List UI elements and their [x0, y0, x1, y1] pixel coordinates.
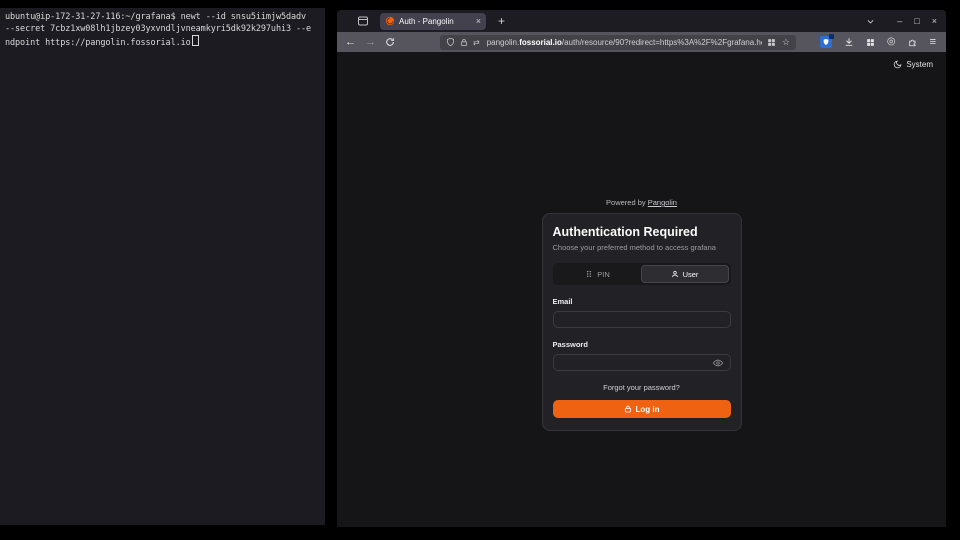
auth-method-tabs: PIN User — [553, 263, 731, 285]
tracking-shield-icon[interactable] — [446, 37, 455, 47]
downloads-button[interactable] — [844, 37, 854, 47]
keypad-icon — [585, 270, 593, 278]
list-all-tabs-button[interactable] — [866, 17, 875, 26]
auth-card: Authentication Required Choose your pref… — [542, 213, 742, 431]
circle-icon: ◎ — [887, 36, 896, 47]
navigation-toolbar: ← → ⇄ pangolin.fossorial.io/auth/resourc… — [337, 32, 946, 52]
maximize-icon: □ — [914, 16, 919, 26]
puzzle-icon — [908, 37, 918, 47]
url-host-prefix: pangolin. — [487, 38, 519, 47]
menu-button[interactable]: ≡ — [930, 37, 936, 48]
toolbar-extensions: ◎ ≡ — [820, 36, 936, 48]
download-icon — [844, 37, 854, 47]
url-bar[interactable]: ⇄ pangolin.fossorial.io/auth/resource/90… — [440, 35, 796, 50]
pangolin-favicon — [385, 16, 395, 26]
url-path: /auth/resource/90?redirect=https%3A%2F%2… — [562, 38, 762, 47]
hamburger-icon: ≡ — [930, 36, 936, 48]
login-button[interactable]: Log in — [553, 400, 731, 418]
theme-toggle-button[interactable]: System — [893, 60, 933, 69]
extension-puzzle-button[interactable] — [908, 37, 918, 47]
back-icon: ← — [345, 37, 356, 48]
lock-icon[interactable] — [460, 38, 468, 47]
show-password-button[interactable] — [713, 358, 723, 368]
tab-pin[interactable]: PIN — [555, 265, 641, 283]
tab-close-button[interactable]: × — [476, 17, 481, 26]
grid-icon — [866, 38, 875, 47]
url-text: pangolin.fossorial.io/auth/resource/90?r… — [487, 38, 762, 47]
extensions-grid-button[interactable] — [866, 38, 875, 47]
theme-label: System — [906, 60, 933, 69]
firefox-view-button[interactable] — [357, 15, 369, 27]
back-button[interactable]: ← — [345, 37, 356, 48]
login-label: Log in — [636, 405, 660, 414]
new-tab-button[interactable]: + — [498, 15, 505, 27]
close-window-button[interactable]: × — [932, 17, 937, 26]
powered-by: Powered by Pangolin — [606, 198, 677, 207]
user-icon — [671, 270, 679, 278]
window-controls: – □ × — [897, 17, 937, 26]
reload-icon — [385, 37, 395, 47]
terminal-cursor — [192, 35, 199, 46]
terminal-line: --secret 7cbz1xw08lh1jbzey03yxvndljvneam… — [5, 24, 320, 36]
extension-badge — [829, 34, 834, 39]
tab-user-label: User — [683, 270, 699, 279]
shield-icon — [822, 38, 830, 46]
card-subtitle: Choose your preferred method to access g… — [553, 243, 731, 252]
tab-user[interactable]: User — [641, 265, 729, 283]
tab-title: Auth - Pangolin — [399, 17, 472, 26]
password-label: Password — [553, 340, 731, 349]
desktop: { "terminal": { "lines": [ "ubuntu@ip-17… — [0, 0, 960, 540]
email-input[interactable] — [553, 311, 731, 328]
forward-button[interactable]: → — [365, 37, 376, 48]
permissions-swap-icon[interactable]: ⇄ — [473, 38, 480, 47]
tab-bar: Auth - Pangolin × + – □ × — [337, 10, 946, 32]
auth-center-column: Powered by Pangolin Authentication Requi… — [337, 52, 946, 431]
terminal-line: ndpoint https://pangolin.fossorial.io — [5, 35, 320, 50]
terminal-line-text: ndpoint https://pangolin.fossorial.io — [5, 38, 191, 48]
email-label: Email — [553, 297, 731, 306]
page-content: System Powered by Pangolin Authenticatio… — [337, 52, 946, 527]
star-icon: ☆ — [782, 37, 790, 47]
powered-by-link[interactable]: Pangolin — [648, 198, 677, 207]
minimize-button[interactable]: – — [897, 17, 902, 26]
plus-icon: + — [498, 14, 505, 28]
lock-icon — [624, 405, 632, 413]
bookmark-star-button[interactable]: ☆ — [782, 37, 790, 48]
moon-icon — [893, 60, 902, 69]
maximize-button[interactable]: □ — [914, 17, 919, 26]
terminal-window[interactable]: ubuntu@ip-172-31-27-116:~/grafana$ newt … — [0, 8, 325, 525]
password-manager-extension-button[interactable] — [820, 36, 832, 48]
forward-icon: → — [365, 37, 376, 48]
eye-icon — [713, 358, 723, 368]
card-title: Authentication Required — [553, 225, 731, 239]
minimize-icon: – — [897, 16, 902, 26]
forgot-password-link[interactable]: Forgot your password? — [553, 383, 731, 392]
reload-button[interactable] — [385, 37, 395, 47]
url-host: fossorial.io — [519, 38, 562, 47]
adblock-extension-button[interactable]: ◎ — [887, 37, 896, 47]
containers-grid-icon[interactable] — [767, 38, 776, 47]
tab-auth-pangolin[interactable]: Auth - Pangolin × — [380, 13, 486, 30]
terminal-line: ubuntu@ip-172-31-27-116:~/grafana$ newt … — [5, 12, 320, 24]
firefox-view-icon — [357, 15, 369, 27]
password-input[interactable] — [553, 354, 731, 371]
chevron-down-icon — [866, 17, 875, 26]
close-icon: × — [932, 16, 937, 26]
browser-window: Auth - Pangolin × + – □ × ← → — [337, 10, 946, 527]
close-icon: × — [476, 16, 481, 26]
tab-pin-label: PIN — [597, 270, 610, 279]
urlbar-actions: ☆ — [767, 37, 790, 48]
